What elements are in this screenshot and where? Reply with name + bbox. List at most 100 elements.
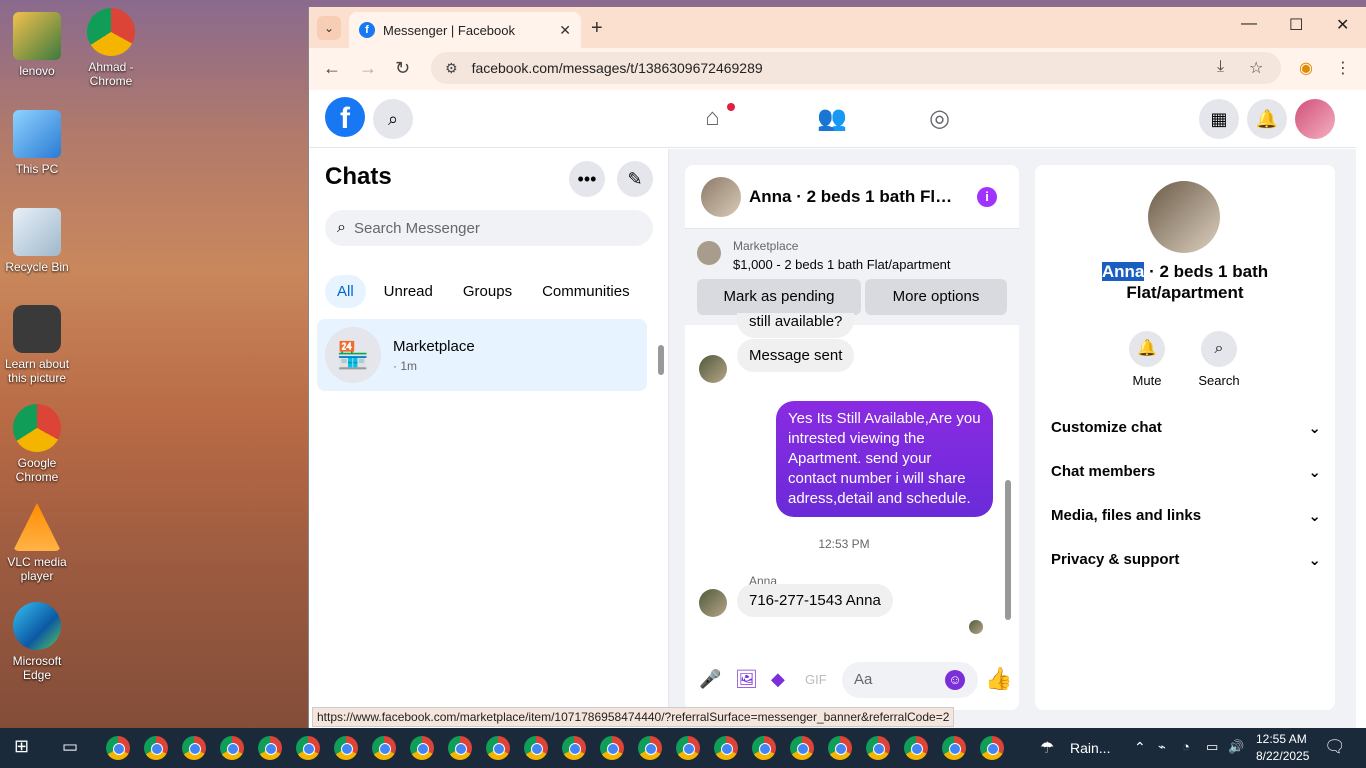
chrome-taskbar-icon[interactable] (334, 736, 358, 760)
mark-pending-button[interactable]: Mark as pending (697, 279, 861, 315)
chrome-taskbar-icon[interactable] (600, 736, 624, 760)
battery-icon[interactable]: ▭ (1206, 739, 1218, 755)
close-tab-icon[interactable]: ✕ (559, 22, 571, 39)
chrome-taskbar-icon[interactable] (942, 736, 966, 760)
chrome-taskbar-icon[interactable] (790, 736, 814, 760)
info-icon[interactable]: i (977, 187, 997, 207)
wifi-icon[interactable]: ◔ (1182, 739, 1190, 754)
chat-list-item[interactable]: 🏪 Marketplace · 1m (317, 319, 647, 391)
chrome-taskbar-icon[interactable] (296, 736, 320, 760)
chrome-taskbar-icon[interactable] (638, 736, 662, 760)
desktop-icon-edge[interactable]: Microsoft Edge (2, 602, 72, 682)
section-customize-chat[interactable]: Customize chat ⌄ (1051, 419, 1321, 437)
section-media-files[interactable]: Media, files and links ⌄ (1051, 507, 1321, 525)
home-icon[interactable]: ⌂ (705, 104, 720, 132)
gif-icon[interactable]: GIF (805, 672, 827, 687)
sticker-icon[interactable]: ◆ (771, 669, 785, 690)
weather-rain-icon[interactable]: ☂ (1040, 738, 1054, 758)
chrome-taskbar-icon[interactable] (904, 736, 928, 760)
facebook-logo-icon[interactable]: f (325, 97, 365, 137)
chrome-taskbar-icon[interactable] (562, 736, 586, 760)
chrome-taskbar-icon[interactable] (410, 736, 434, 760)
chrome-taskbar-icon[interactable] (144, 736, 168, 760)
chrome-taskbar-icon[interactable] (866, 736, 890, 760)
chrome-taskbar-icon[interactable] (714, 736, 738, 760)
desktop-icon-ahmad-chrome[interactable]: Ahmad - Chrome (76, 8, 146, 88)
clock-date[interactable]: 8/22/2025 (1256, 749, 1309, 763)
install-app-icon[interactable]: ⤓ (1217, 58, 1224, 76)
volume-icon[interactable]: 🔊 (1228, 739, 1244, 755)
chrome-taskbar-icon[interactable] (258, 736, 282, 760)
windows-start-icon[interactable]: ⊞ (14, 736, 29, 757)
new-message-icon[interactable]: ✎ (617, 161, 653, 197)
chrome-taskbar-icon[interactable] (486, 736, 510, 760)
minimize-button[interactable]: — (1241, 15, 1257, 33)
desktop-icon-vlc[interactable]: VLC media player (2, 503, 72, 583)
desktop-icon-recycle-bin[interactable]: Recycle Bin (2, 208, 72, 274)
listing-title[interactable]: $1,000 - 2 beds 1 bath Flat/apartment (733, 257, 951, 272)
back-button[interactable]: ← (323, 58, 341, 79)
chrome-taskbar-icon[interactable] (220, 736, 244, 760)
close-window-button[interactable]: ✕ (1336, 15, 1349, 35)
chevron-up-icon[interactable]: ⌃ (1134, 739, 1146, 756)
task-view-icon[interactable]: ▭ (62, 737, 78, 757)
weather-text[interactable]: Rain... (1070, 740, 1110, 756)
bell-icon[interactable]: 🔔 (1247, 99, 1287, 139)
search-action[interactable]: ⌕ Search (1189, 331, 1249, 388)
profile-icon[interactable]: ◉ (1299, 58, 1313, 78)
chrome-taskbar-icon[interactable] (752, 736, 776, 760)
network-icon[interactable]: ⌁ (1158, 739, 1166, 755)
conversation-title[interactable]: Anna · 2 beds 1 bath Flat/apartment (749, 187, 959, 207)
chat-large-avatar[interactable] (1148, 181, 1220, 253)
menu-kebab-icon[interactable]: ⋮ (1335, 58, 1351, 78)
more-options-button[interactable]: More options (865, 279, 1007, 315)
chrome-taskbar-icon[interactable] (980, 736, 1004, 760)
chats-scrollbar[interactable] (658, 345, 664, 375)
new-tab-button[interactable]: + (591, 17, 603, 40)
more-options-icon[interactable]: ••• (569, 161, 605, 197)
chrome-taskbar-icon[interactable] (372, 736, 396, 760)
groups-icon[interactable]: ◎ (929, 104, 950, 133)
bookmark-star-icon[interactable]: ☆ (1249, 58, 1263, 78)
chrome-taskbar-icon[interactable] (106, 736, 130, 760)
photo-icon[interactable]: 🖼 (735, 669, 758, 690)
thumbs-up-icon[interactable]: 👍 (985, 666, 1012, 692)
chrome-taskbar-icon[interactable] (524, 736, 548, 760)
section-privacy-support[interactable]: Privacy & support ⌄ (1051, 551, 1321, 569)
desktop-icon-this-pc[interactable]: This PC (2, 110, 72, 176)
reload-button[interactable]: ↻ (395, 58, 410, 79)
tab-search-button[interactable]: ⌄ (317, 16, 341, 40)
listing-thumbnail[interactable] (697, 241, 721, 265)
filter-groups[interactable]: Groups (451, 275, 524, 308)
conversation-avatar[interactable] (701, 176, 741, 217)
filter-communities[interactable]: Communities (530, 275, 642, 308)
desktop-icon-lenovo[interactable]: lenovo (2, 12, 72, 78)
desktop-icon-learn-picture[interactable]: Learn about this picture (2, 305, 72, 385)
chrome-taskbar-icon[interactable] (676, 736, 700, 760)
account-avatar[interactable] (1295, 99, 1335, 139)
desktop-icon-google-chrome[interactable]: Google Chrome (2, 404, 72, 484)
menu-grid-icon[interactable]: ▦ (1199, 99, 1239, 139)
tab-strip: ⌄ f Messenger | Facebook ✕ + — ☐ ✕ (309, 7, 1366, 48)
emoji-icon[interactable]: ☺ (945, 670, 965, 690)
section-chat-members[interactable]: Chat members ⌄ (1051, 463, 1321, 481)
site-info-icon[interactable]: ⚙ (445, 60, 458, 77)
chrome-taskbar-icon[interactable] (448, 736, 472, 760)
filter-unread[interactable]: Unread (372, 275, 445, 308)
chrome-taskbar-icon[interactable] (182, 736, 206, 760)
tab-messenger[interactable]: f Messenger | Facebook ✕ (349, 12, 581, 48)
microphone-icon[interactable]: 🎤 (699, 669, 721, 690)
chevron-down-icon: ⌄ (1308, 508, 1321, 525)
address-bar[interactable]: ⚙ facebook.com/messages/t/13863096724692… (431, 52, 1281, 84)
notification-center-icon[interactable]: 🗨 (1324, 737, 1346, 757)
search-messenger-input[interactable]: ⌕ Search Messenger (325, 210, 653, 246)
clock-time[interactable]: 12:55 AM (1256, 732, 1307, 746)
conversation-scrollbar[interactable] (1005, 480, 1011, 620)
mute-action[interactable]: 🔔 Mute (1117, 331, 1177, 388)
chrome-taskbar-icon[interactable] (828, 736, 852, 760)
search-icon[interactable]: ⌕ (373, 99, 413, 139)
filter-all[interactable]: All (325, 275, 366, 308)
maximize-button[interactable]: ☐ (1289, 15, 1303, 35)
forward-button[interactable]: → (359, 58, 377, 79)
friends-icon[interactable]: 👥 (817, 104, 847, 133)
